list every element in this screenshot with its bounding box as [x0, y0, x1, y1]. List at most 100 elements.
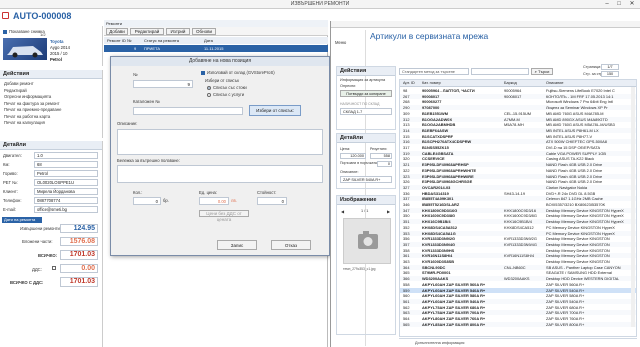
table-row[interactable]: 561 AKPYL60AH ZAP SILVER 540A R+ ZAP SILVE… [400, 298, 636, 304]
more-info-footer[interactable]: Допълнителна информация [399, 338, 637, 346]
store-select[interactable]: СКЛАД 1-7 [340, 108, 392, 115]
table-row[interactable]: 563 AKPYL75AH ZAP SILVER 700A R+ ZAP SILVE… [400, 310, 636, 316]
cancel-button[interactable]: Отказ [271, 240, 311, 250]
table-row[interactable]: 313 B1OGA2ABMHDB M5A78-MH MB AMD 760G ASUS … [400, 122, 636, 127]
search-input[interactable] [471, 68, 529, 75]
table-row[interactable]: 322 E3P9SLDF40968APRHWHITE NAND Flash 4GB … [400, 167, 636, 173]
repairs-delete-button[interactable]: Изтрий [166, 28, 190, 35]
table-row[interactable]: 351 KHX16C9B1B/4 KHX16C9B1B/4 Desktop Memor… [400, 219, 636, 225]
radio-stock-option[interactable]: Списък със стоки [207, 85, 247, 90]
table-row[interactable]: 309 B1EB1551WM CEL-15-915UM MB AMD 760G ASU… [400, 111, 636, 116]
table-row[interactable]: 347 KHX1800C9D3/16G KHX1800C9D3/16 Desktop … [400, 207, 636, 213]
table-row[interactable]: 9 ПРИЕТА 11.11.2015 [104, 45, 328, 52]
use-stock-toggle[interactable]: Използвай от склад (GVStoreProS) [201, 70, 275, 75]
pick-from-list-button[interactable]: Избери от списък: [249, 105, 301, 116]
table-row[interactable]: 366 WD3200AAKS WD3200AAKS Desktop HDD Devic… [400, 276, 636, 282]
table-row[interactable]: 564 AKPYL80AH ZAP SILVER 760A R+ ZAP SILVE… [400, 316, 636, 321]
image-prev-icon[interactable]: ◀ [341, 209, 344, 214]
action-item[interactable]: Печат на приемно-предаване [4, 107, 61, 112]
per-page-value[interactable]: 150 [601, 71, 619, 77]
radio-services-option[interactable]: Списък с услуги [207, 92, 244, 97]
article-cat-cell: KHX1800C9D3/16G [422, 207, 458, 213]
show-image-checkbox[interactable] [3, 29, 7, 34]
table-row[interactable]: 312 B1OGA2ADW0X A7MM-M MB AMD 890GX ASUS M4… [400, 116, 636, 122]
table-row[interactable]: 290 97087000 Лиценз за Seminar Windows XP … [400, 105, 636, 111]
table-row[interactable]: 268 900060277 Microsoft Windows 7 Pro 64bi… [400, 99, 636, 104]
table-row[interactable]: 337 IB855T4A09K301 Celeron 847 1.1GHz 2MB … [400, 196, 636, 202]
action-item[interactable]: Печат на фактура за ремонт [4, 101, 60, 106]
table-row[interactable]: 326 E3P9SLDF40968GCHRSGE NAND Flash 4GB US… [400, 179, 636, 184]
search-button[interactable]: ⌕ Търси [531, 68, 553, 75]
article-info-link[interactable]: Информация за артикула [340, 78, 385, 82]
description-input[interactable] [117, 129, 323, 155]
col-barcode: Баркод [504, 81, 517, 85]
menu-link[interactable]: Меню [335, 40, 346, 45]
table-row[interactable]: 365 ST9MR-PD0001 SEAGATE / SAMSUNG HDD Ext… [400, 270, 636, 275]
table-row[interactable]: 558 AKPYL60AH ZAP SILVER 560A R+ ZAP SILVE… [400, 282, 636, 287]
maximize-icon[interactable]: □ [614, 0, 624, 9]
table-row[interactable]: 565 AKPYL85AH ZAP SILVER 800A R+ ZAP SILVE… [400, 321, 636, 327]
image-next-icon[interactable]: ▶ [387, 209, 390, 214]
table-row[interactable]: 559 AKPYL60AH ZAP SILVER 540A R+ ZAP SILVE… [400, 287, 636, 293]
table-row[interactable]: 336 HBDAS314319 SH43-14-19 DVD+-R 24x DVD D… [400, 191, 636, 196]
table-row[interactable]: 363 KVR1600D3S8SB Desktop Memory Device KI… [400, 259, 636, 264]
table-row[interactable]: 364 SBCNL90DC CNL-NB60C SB ASUS - Panther L… [400, 264, 636, 270]
action-item[interactable]: Редактирай [4, 88, 27, 93]
table-row[interactable]: 321 E3P9SLDF40968APRHSP NAND Flash 4GB USB… [400, 162, 636, 168]
table-row[interactable]: 319 CABLE4GBSATA Cable VGA POWER SUPPLY 1G… [400, 150, 636, 156]
vat-checkbox[interactable] [52, 266, 56, 270]
article-desc-cell: NAND Flash 4GB USB 2.0 Drive [546, 167, 603, 173]
price-input[interactable]: 0.00 [199, 197, 229, 205]
show-image-toggle[interactable]: Показване снимка [3, 29, 45, 34]
table-row[interactable]: 562 AKPYL75AH ZAP SILVER 680A R+ ZAP SILVE… [400, 305, 636, 310]
close-icon[interactable]: ✕ [627, 0, 637, 9]
use-stock-checkbox[interactable] [201, 70, 205, 75]
radio-stock[interactable] [207, 85, 211, 90]
table-row[interactable]: 357 KVR1333D3N9/4G KVR1333D3N9/4G Desktop M… [400, 241, 636, 247]
table-row[interactable]: 323 E3P9SLDF40968APRHWIRE NAND Flash 4GB U… [400, 173, 636, 179]
dialog-no-input[interactable]: 9 [133, 80, 193, 88]
grand-total-label: ВСИЧКО С ДДС: [10, 280, 44, 285]
save-button[interactable]: Запис [217, 240, 257, 250]
detail-field-label: РЕГ №: [3, 180, 18, 185]
action-item[interactable]: Печат на калкулация [4, 120, 45, 125]
repair-dates-button[interactable]: Дати на ремонта [2, 217, 42, 223]
table-row[interactable]: 315 B1SCATXDSPRF MB INTEL ASUS P8H77-V [400, 134, 636, 139]
repairs-add-button[interactable]: Добави [106, 28, 128, 35]
article-desc-cell: ATX 500W CHIEFTEC GPS-500A8 [546, 139, 607, 145]
pages-value[interactable]: 1/7 [601, 64, 619, 70]
search-method-select[interactable]: Стандартен метод за търсене [399, 68, 469, 75]
table-row[interactable]: 356 KVR1333D3N9/2G KVR1333D3N9/2G Desktop M… [400, 236, 636, 241]
table-row[interactable]: 98 90005964 - ЛАПТОП, ЧАСТИ 90005964 Fujits… [400, 88, 636, 93]
confirm-copy-button[interactable]: Потвърди за копиране [340, 90, 392, 97]
repairs-refresh-button[interactable]: Обнови [192, 28, 216, 35]
article-refresh-link[interactable]: Опресни [340, 84, 355, 88]
table-row[interactable]: 353 KHX8DS4CA5A1G PC Memory Device KINGSTO… [400, 230, 636, 236]
table-row[interactable]: 317 B1NSS55ZK15 DVI-D на 15 DSP ОЕ/ЕР/SATA [400, 145, 636, 150]
table-row[interactable]: 361 KVR16N11S8H/4 KVR16N11S8H/4 Desktop Mem… [400, 253, 636, 259]
dialog-catalog-input[interactable] [133, 107, 243, 115]
table-row[interactable]: 350 KHX1600C9D3/8G KHX1600C9D3/8G Desktop M… [400, 213, 636, 218]
table-row[interactable]: 267 90008017 90008017 КОНТОЛТЬ - 1M FRF 17.… [400, 93, 636, 99]
minimize-icon[interactable]: – [602, 0, 612, 9]
action-item[interactable]: Опресни информацията [4, 94, 51, 99]
repairs-edit-button[interactable]: Редактирай [130, 28, 164, 35]
table-row[interactable]: 320 CCSERVICE Casing ASUS TA-K22 Black [400, 156, 636, 161]
table-row[interactable]: 316 B1SCPH270ATX4CDSPRW ATX 500W CHIEFTEC … [400, 139, 636, 145]
table-row[interactable]: 358 KVR1333D3N9HS Desktop Memory Device KI… [400, 248, 636, 253]
table-row[interactable]: 327 OVCAR2014-03 Clarion Navigator Nokia [400, 184, 636, 190]
table-row[interactable]: 352 KHX8DS4CA5A512 KHX8DS4CA512 PC Memory D… [400, 225, 636, 230]
note-input[interactable] [117, 165, 323, 183]
action-item[interactable]: Добави ремонт [4, 81, 34, 86]
articles-heading: Артикули в сервизната мрежа [370, 31, 489, 41]
table-row[interactable]: 314 B1EBF64ASW MB INTEL ASUS P8H61-M LX [400, 127, 636, 133]
table-row[interactable]: 346 IB855T5216DSLARZ BOXI5357/3210 BX80623… [400, 202, 636, 207]
vat-price-button[interactable]: Цени без ДДС от цената [199, 210, 249, 222]
articles-scrollbar[interactable] [631, 87, 635, 327]
radio-services[interactable] [207, 92, 211, 97]
table-row[interactable]: 560 AKPYL60AH ZAP SILVER 580A R+ ZAP SILVE… [400, 293, 636, 298]
action-item[interactable]: Печат на работна карта [4, 114, 50, 119]
car-fuel: Petrol [50, 57, 62, 62]
article-desc-value: ZAP SILVER 540A R+ [340, 176, 392, 183]
qty-input[interactable]: 0 [133, 197, 161, 205]
